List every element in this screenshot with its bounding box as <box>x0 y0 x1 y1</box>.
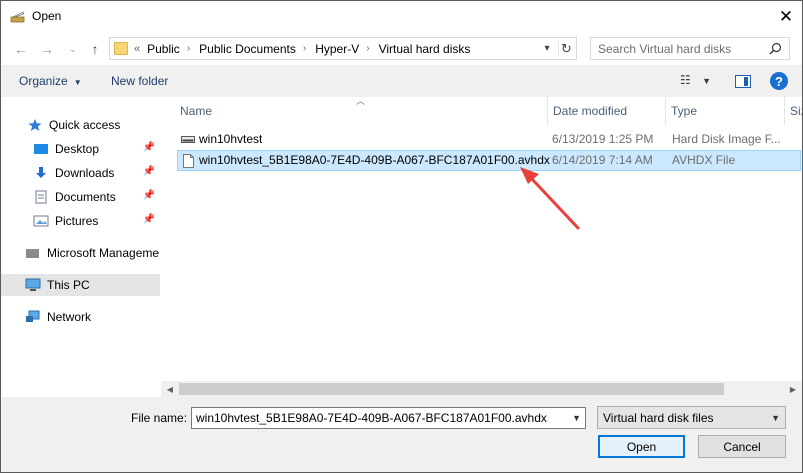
open-button[interactable]: Open <box>598 435 685 458</box>
file-type: AVHDX File <box>672 153 736 167</box>
refresh-icon[interactable]: ↻ <box>558 41 574 56</box>
recent-locations-icon[interactable]: ⌄ <box>65 41 81 57</box>
sidebar-item-microsoft-management[interactable]: Microsoft Manageme <box>1 242 160 264</box>
preview-pane-icon[interactable] <box>735 75 751 88</box>
cancel-button[interactable]: Cancel <box>698 435 786 458</box>
file-list: ︿ Name Date modified Type Siz win10hvtes… <box>161 96 802 382</box>
sidebar-item-label: This PC <box>47 278 90 292</box>
breadcrumb-item[interactable]: Public <box>147 42 180 56</box>
column-header-name[interactable]: Name <box>174 97 548 125</box>
chevron-right-icon[interactable]: › <box>187 43 190 54</box>
download-arrow-icon <box>36 167 46 178</box>
horizontal-scrollbar[interactable]: ◀ ▶ <box>161 381 802 397</box>
file-type-select[interactable]: Virtual hard disk files ▼ <box>597 406 786 429</box>
computer-icon <box>25 278 41 291</box>
dialog-footer: File name: win10hvtest_5B1E98A0-7E4D-409… <box>1 397 802 472</box>
file-name: win10hvtest <box>199 132 263 146</box>
chevron-down-icon[interactable]: ▾ <box>540 41 554 56</box>
sidebar-item-label: Quick access <box>49 118 121 132</box>
new-folder-button[interactable]: New folder <box>111 74 168 88</box>
chevron-down-icon[interactable]: ▼ <box>572 413 581 423</box>
sidebar-item-this-pc[interactable]: This PC <box>1 274 160 296</box>
organize-button[interactable]: Organize ▼ <box>19 74 82 88</box>
close-icon: ✕ <box>778 6 794 26</box>
breadcrumb-item[interactable]: Virtual hard disks <box>379 42 471 56</box>
list-item[interactable]: win10hvtest 6/13/2019 1:25 PM Hard Disk … <box>177 129 801 150</box>
file-name-field[interactable]: win10hvtest_5B1E98A0-7E4D-409B-A067-BFC1… <box>191 407 586 429</box>
file-name-value: win10hvtest_5B1E98A0-7E4D-409B-A067-BFC1… <box>196 411 547 425</box>
column-header-type[interactable]: Type <box>665 97 785 125</box>
file-type: Hard Disk Image F... <box>672 132 781 146</box>
network-icon <box>26 310 40 322</box>
open-dialog: Open ✕ ← → ⌄ ↑ « Public › Public Documen… <box>0 0 803 473</box>
list-item[interactable]: win10hvtest_5B1E98A0-7E4D-409B-A067-BFC1… <box>177 150 801 171</box>
sidebar-item-network[interactable]: Network <box>1 306 160 328</box>
sidebar-item-label: Network <box>47 310 92 324</box>
cloud-icon <box>26 249 39 258</box>
app-icon <box>10 11 25 23</box>
scrollbar-thumb[interactable] <box>179 383 724 395</box>
desktop-folder-icon <box>34 144 48 154</box>
chevron-right-icon[interactable]: › <box>303 43 306 54</box>
star-icon <box>28 119 42 131</box>
window-title: Open <box>32 9 62 23</box>
pin-icon[interactable]: 📌 <box>143 214 155 225</box>
sidebar-item-label: Pictures <box>55 214 99 228</box>
forward-arrow-icon[interactable]: → <box>39 41 55 57</box>
file-name-label: File name: <box>131 411 188 425</box>
sidebar-item-label: Microsoft Manageme <box>47 246 160 260</box>
search-input[interactable]: Search Virtual hard disks <box>590 37 790 60</box>
address-bar[interactable]: « Public › Public Documents › Hyper-V › … <box>109 37 577 60</box>
scroll-right-icon[interactable]: ▶ <box>787 383 799 395</box>
breadcrumb-item[interactable]: Public Documents <box>199 42 296 56</box>
file-date: 6/13/2019 1:25 PM <box>552 132 654 146</box>
sidebar-item-label: Downloads <box>55 166 115 180</box>
breadcrumb-overflow[interactable]: « <box>134 43 140 55</box>
sidebar-item-downloads[interactable]: Downloads 📌 <box>1 162 160 184</box>
document-folder-icon <box>35 190 47 204</box>
scroll-left-icon[interactable]: ◀ <box>164 383 176 395</box>
sidebar-item-pictures[interactable]: Pictures 📌 <box>1 210 160 232</box>
column-header-date-modified[interactable]: Date modified <box>547 97 666 125</box>
sidebar-item-quick-access[interactable]: Quick access <box>1 114 160 136</box>
folder-icon <box>114 42 128 55</box>
chevron-down-icon: ▼ <box>771 413 780 423</box>
blank-file-icon <box>183 154 194 168</box>
file-name: win10hvtest_5B1E98A0-7E4D-409B-A067-BFC1… <box>199 153 550 167</box>
caret-down-icon: ▼ <box>73 78 82 87</box>
search-icon <box>769 42 782 55</box>
up-arrow-icon[interactable]: ↑ <box>87 41 103 57</box>
pin-icon[interactable]: 📌 <box>143 190 155 201</box>
title-bar[interactable]: Open ✕ <box>1 1 802 32</box>
column-header-size[interactable]: Siz <box>784 97 802 125</box>
pictures-folder-icon <box>33 215 49 227</box>
navigation-bar: ← → ⌄ ↑ « Public › Public Documents › Hy… <box>1 32 802 65</box>
command-bar: Organize ▼ New folder ☷ ▼ ? <box>1 65 802 97</box>
chevron-right-icon[interactable]: › <box>366 43 369 54</box>
navigation-pane: Quick access Desktop 📌 Downloads 📌 Docum… <box>1 97 160 397</box>
sidebar-item-label: Documents <box>55 190 116 204</box>
breadcrumb-item[interactable]: Hyper-V <box>315 42 359 56</box>
back-arrow-icon[interactable]: ← <box>13 41 29 57</box>
close-button[interactable]: ✕ <box>770 1 802 32</box>
search-placeholder: Search Virtual hard disks <box>598 42 732 56</box>
file-date: 6/14/2019 7:14 AM <box>552 153 653 167</box>
breadcrumb: « Public › Public Documents › Hyper-V › … <box>134 38 470 59</box>
sidebar-item-documents[interactable]: Documents 📌 <box>1 186 160 208</box>
file-type-value: Virtual hard disk files <box>603 411 714 425</box>
sidebar-item-desktop[interactable]: Desktop 📌 <box>1 138 160 160</box>
pin-icon[interactable]: 📌 <box>143 142 155 153</box>
help-icon[interactable]: ? <box>770 72 788 90</box>
hard-disk-icon <box>181 136 195 143</box>
pin-icon[interactable]: 📌 <box>143 166 155 177</box>
sidebar-item-label: Desktop <box>55 142 100 156</box>
view-options-icon[interactable]: ☷ ▼ <box>680 73 720 89</box>
